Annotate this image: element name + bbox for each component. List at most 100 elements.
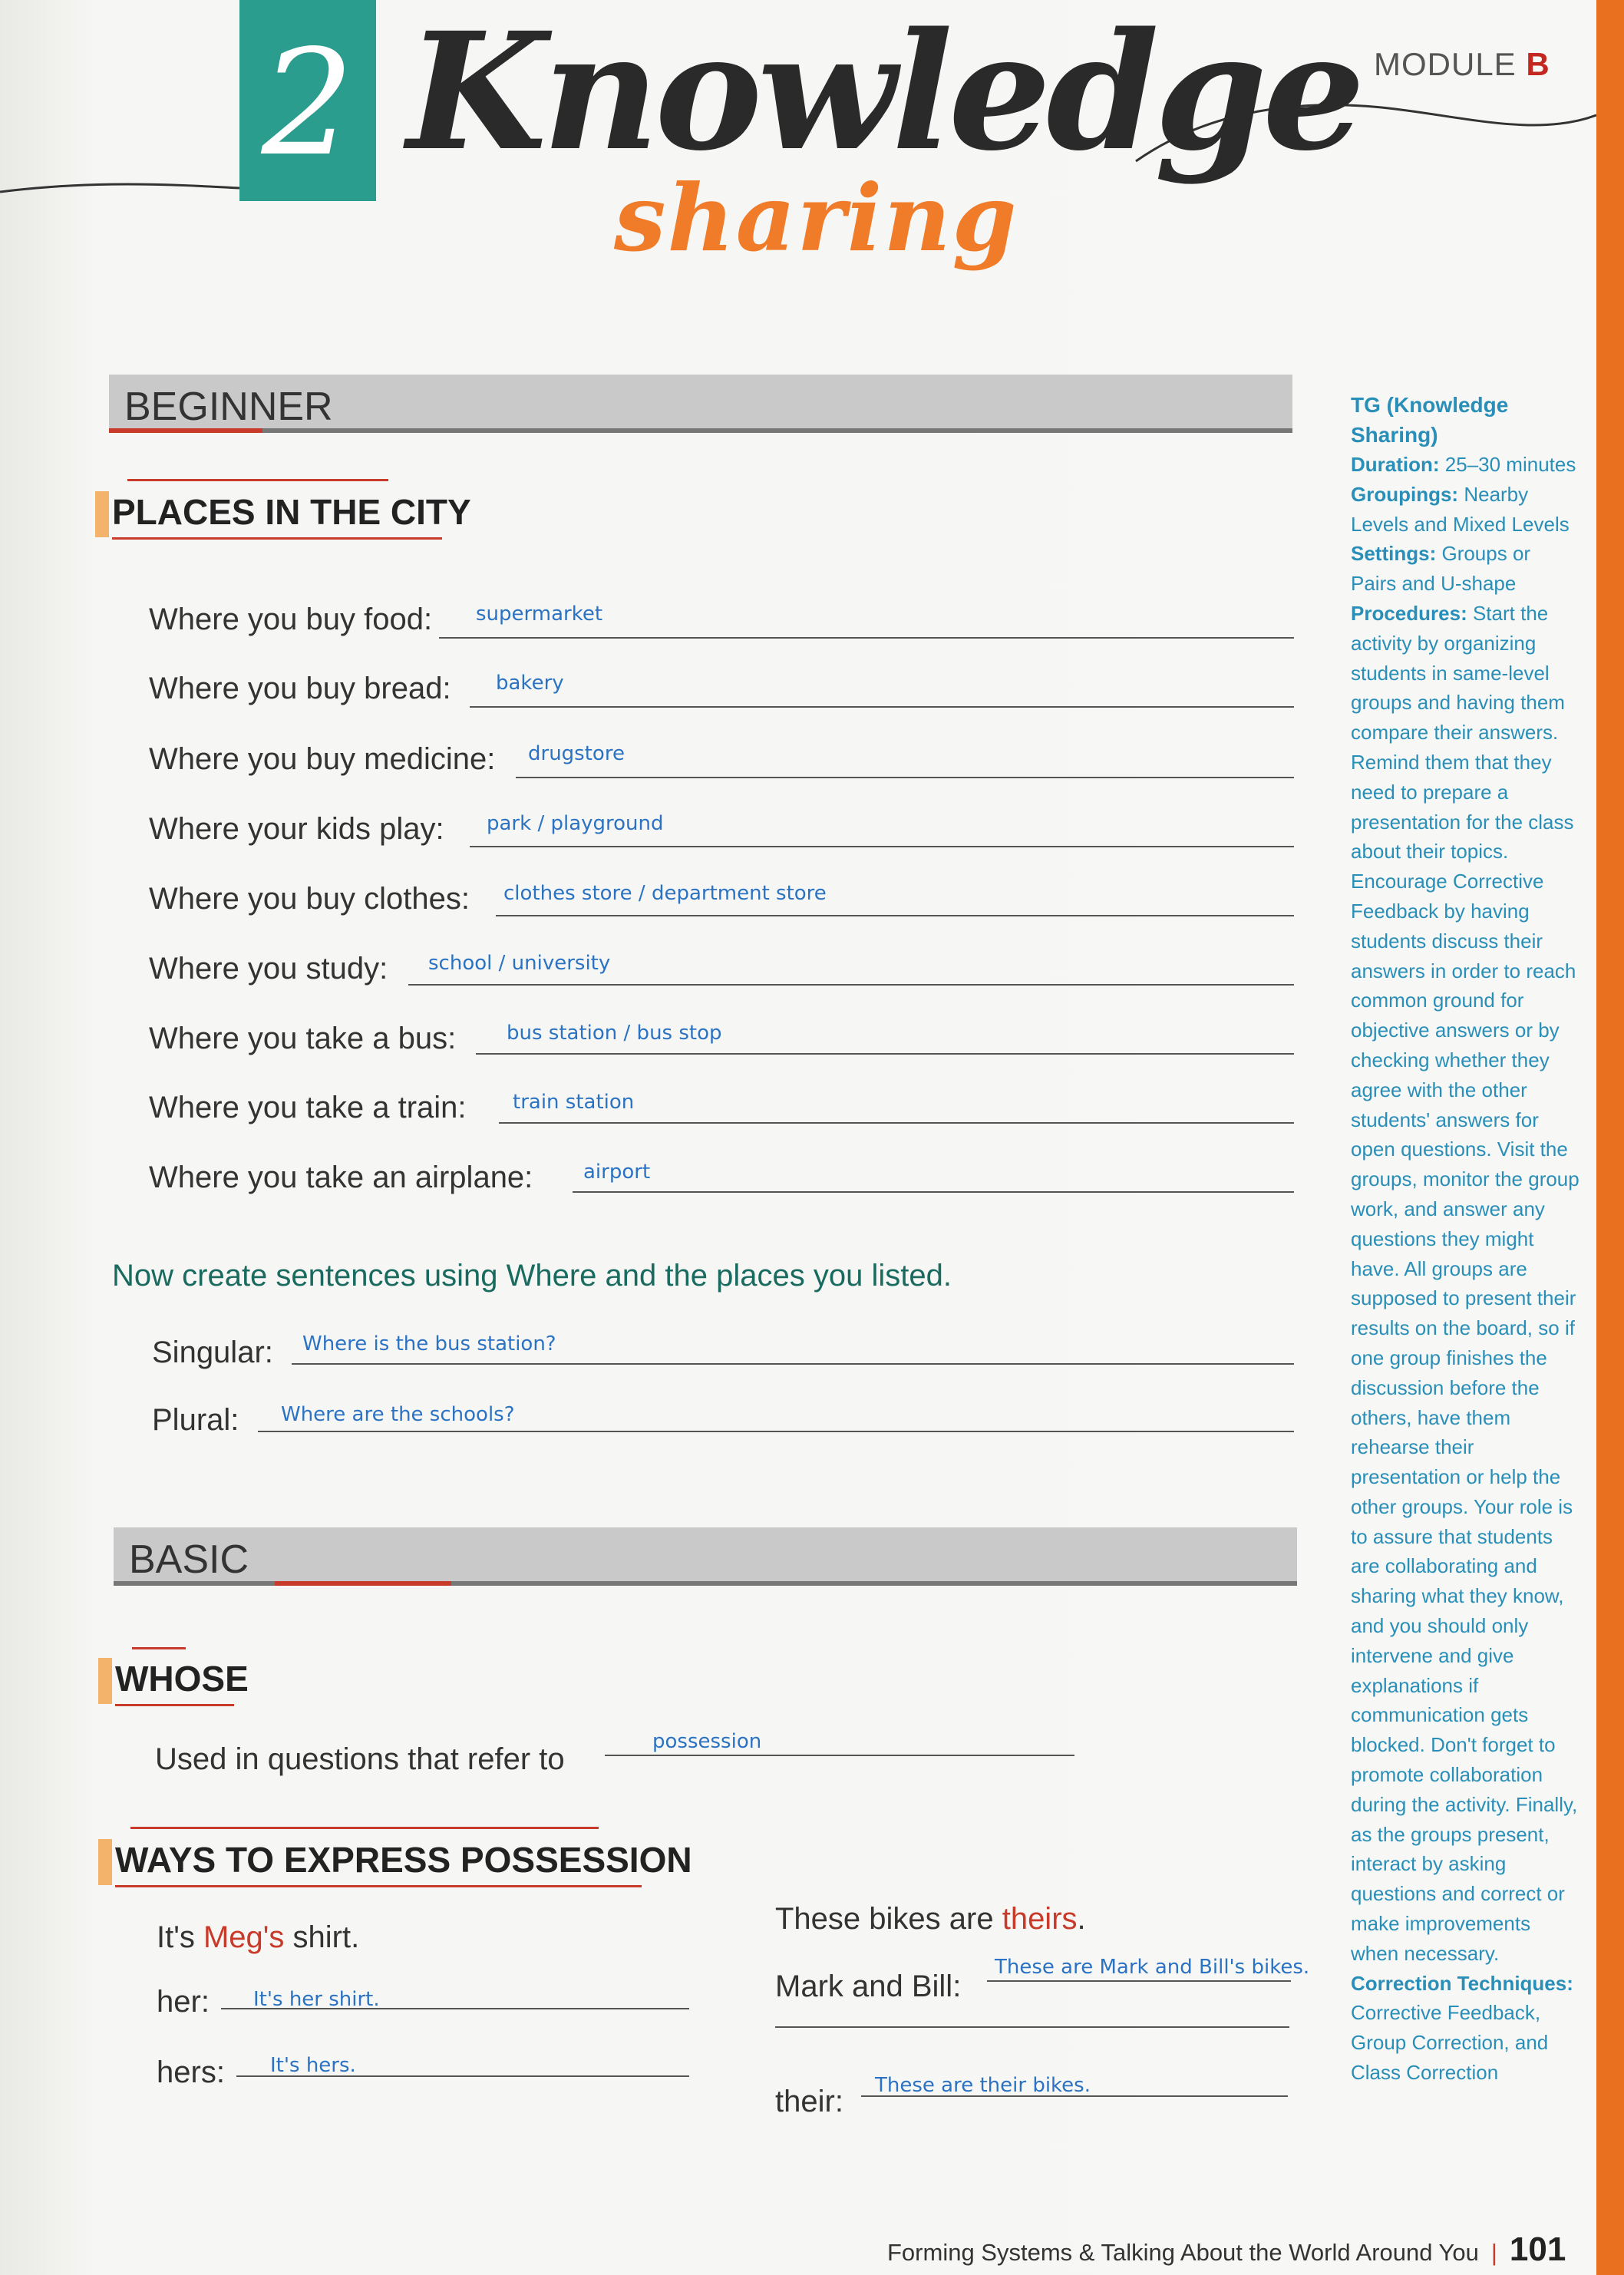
section-heading-possession: WAYS TO EXPRESS POSSESSION xyxy=(98,1827,692,1887)
section-title: WAYS TO EXPRESS POSSESSION xyxy=(115,1840,692,1880)
prompt-row: Where you take a bus: xyxy=(149,1022,457,1055)
plural-answer: Where are the schools? xyxy=(281,1403,515,1426)
level-bar-beginner: BEGINNER xyxy=(109,375,1292,433)
sidebar-value: Corrective Feedback, Group Correction, a… xyxy=(1351,2001,1549,2085)
section-heading-whose: WHOSE xyxy=(98,1647,249,1706)
her-label: her: xyxy=(157,1985,210,2019)
answer-line[interactable] xyxy=(605,1755,1074,1756)
heading-underline-top xyxy=(130,1827,599,1829)
answer-line[interactable] xyxy=(408,984,1294,986)
sidebar-duration: Duration: 25–30 minutes xyxy=(1351,450,1581,480)
her-answer: It's her shirt. xyxy=(253,1988,380,2011)
prompt-row: Where you study: xyxy=(149,952,388,986)
sidebar-procedures: Procedures: Start the activity by organi… xyxy=(1351,599,1581,1969)
hers-label: hers: xyxy=(157,2055,225,2089)
sidebar-value: Start the activity by organizing student… xyxy=(1351,601,1579,1965)
answer-text: airport xyxy=(583,1161,651,1184)
answer-text: bakery xyxy=(496,672,564,695)
prompt-row: Where you buy clothes: xyxy=(149,882,470,916)
example-sentence-meg: It's Meg's shirt. xyxy=(157,1920,359,1955)
answer-line[interactable] xyxy=(499,1122,1294,1124)
their-label: their: xyxy=(775,2085,843,2118)
answer-text: train station xyxy=(513,1091,635,1114)
sidebar-groupings: Groupings: Nearby Levels and Mixed Level… xyxy=(1351,480,1581,540)
answer-line[interactable] xyxy=(496,915,1294,916)
section-heading-places: PLACES IN THE CITY xyxy=(95,479,471,540)
answer-line[interactable] xyxy=(439,637,1294,639)
example-text: . xyxy=(1077,1902,1086,1936)
example-text: It's xyxy=(157,1920,203,1954)
answer-line[interactable] xyxy=(258,1431,1294,1432)
unit-title-main: Knowledge xyxy=(407,0,1365,187)
example-text: shirt. xyxy=(284,1920,360,1954)
footer-text: Forming Systems & Talking About the Worl… xyxy=(887,2239,1479,2266)
example-sentence-bikes: These bikes are theirs. xyxy=(775,1902,1086,1937)
sidebar-label: Correction Techniques: xyxy=(1351,1971,1573,1995)
heading-underline xyxy=(115,1704,234,1706)
unit-number: 2 xyxy=(261,18,355,188)
level-bar-basic: BASIC xyxy=(114,1527,1297,1586)
example-highlight: theirs xyxy=(1002,1902,1078,1936)
answer-line[interactable] xyxy=(516,777,1294,778)
level-bar-accent xyxy=(109,428,262,433)
answer-text: supermarket xyxy=(476,603,603,626)
unit-number-box: 2 xyxy=(239,0,376,201)
example-text: These bikes are xyxy=(775,1902,1002,1936)
singular-answer: Where is the bus station? xyxy=(302,1332,556,1355)
prompt-row: Where you buy bread: xyxy=(149,672,451,705)
whose-definition: Used in questions that refer to xyxy=(155,1742,565,1776)
mark-bill-answer: These are Mark and Bill's bikes. xyxy=(995,1956,1310,1979)
prompt-row: Where you buy food: xyxy=(149,603,433,636)
answer-line[interactable] xyxy=(476,1053,1294,1055)
prompt-row: Where you take an airplane: xyxy=(149,1161,533,1194)
mark-bill-label: Mark and Bill: xyxy=(775,1970,962,2003)
module-letter: B xyxy=(1526,46,1550,82)
answer-line[interactable] xyxy=(987,1980,1291,1982)
answer-line[interactable] xyxy=(573,1191,1294,1193)
page-number: 101 xyxy=(1509,2230,1566,2268)
sidebar-label: Groupings: xyxy=(1351,482,1459,506)
level-bar-accent xyxy=(275,1581,451,1586)
level-label-beginner: BEGINNER xyxy=(124,385,333,429)
sidebar-value: 25–30 minutes xyxy=(1444,453,1576,476)
section-title: WHOSE xyxy=(115,1659,249,1699)
footer-separator: | xyxy=(1490,2239,1497,2266)
heading-underline xyxy=(115,1885,642,1887)
sidebar-label: Procedures: xyxy=(1351,601,1467,625)
sidebar-title: TG (Knowledge Sharing) xyxy=(1351,393,1509,447)
heading-tab xyxy=(98,1839,112,1885)
answer-text: drugstore xyxy=(528,742,625,765)
sidebar-techniques: Correction Techniques: Corrective Feedba… xyxy=(1351,1969,1581,2088)
their-answer: These are their bikes. xyxy=(875,2074,1091,2097)
sidebar-label: Settings: xyxy=(1351,542,1437,566)
answer-text: bus station / bus stop xyxy=(507,1022,722,1045)
answer-line[interactable] xyxy=(775,2026,1289,2028)
teacher-guide-sidebar: TG (Knowledge Sharing) Duration: 25–30 m… xyxy=(1351,390,1581,2088)
page-edge-stripe xyxy=(1596,0,1624,2275)
module-label: MODULE B xyxy=(1374,46,1550,83)
hers-answer: It's hers. xyxy=(270,2054,356,2077)
level-label-basic: BASIC xyxy=(129,1537,249,1582)
heading-underline xyxy=(112,537,442,540)
heading-tab xyxy=(98,1658,112,1704)
prompt-row: Where you take a train: xyxy=(149,1091,467,1124)
answer-text: school / university xyxy=(428,952,611,975)
sidebar-settings: Settings: Groups or Pairs and U-shape xyxy=(1351,539,1581,599)
plural-label: Plural: xyxy=(152,1403,239,1437)
prompt-row: Where your kids play: xyxy=(149,812,444,846)
prompt-row: Where you buy medicine: xyxy=(149,742,496,776)
singular-label: Singular: xyxy=(152,1336,273,1369)
example-highlight: Meg's xyxy=(203,1920,285,1954)
answer-line[interactable] xyxy=(470,846,1294,847)
sidebar-label: Duration: xyxy=(1351,453,1440,476)
heading-underline-top xyxy=(132,1647,186,1649)
whose-answer: possession xyxy=(652,1730,762,1753)
answer-line[interactable] xyxy=(470,706,1294,708)
answer-text: clothes store / department store xyxy=(503,882,827,905)
answer-line[interactable] xyxy=(292,1363,1294,1365)
unit-title-sub: sharing xyxy=(614,164,1018,272)
instruction-text: Now create sentences using Where and the… xyxy=(112,1259,952,1293)
page-footer: Forming Systems & Talking About the Worl… xyxy=(887,2230,1566,2269)
heading-tab xyxy=(95,491,109,537)
module-word: MODULE xyxy=(1374,46,1517,82)
